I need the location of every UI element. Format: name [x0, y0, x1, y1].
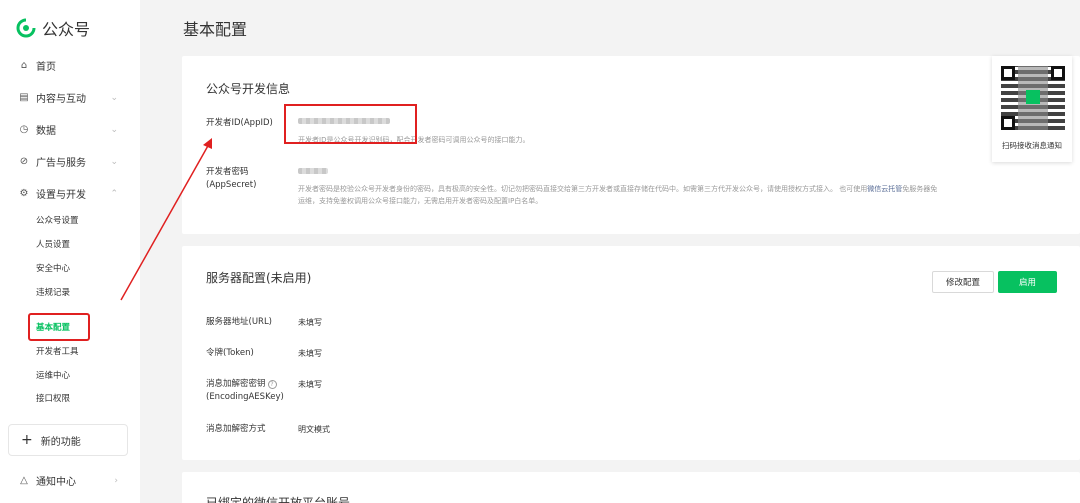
nav-ads-label: 广告与服务 — [36, 158, 86, 169]
compass-icon: ⊘ — [19, 156, 29, 167]
plus-icon: + — [21, 432, 33, 448]
secret-desc: 开发者密码是校验公众号开发者身份的密码，具有极高的安全性。切记勿把密码直接交给第… — [298, 183, 1058, 207]
token-value: 未填写 — [298, 349, 322, 358]
nav-settings-label: 设置与开发 — [36, 190, 86, 201]
sidebar: 公众号 ⌂ 首页 ▤ 内容与互动 ⌄ ◷ 数据 ⌄ ⊘ 广告与服务 ⌄ ⚙ 设置… — [0, 0, 140, 503]
sidebar-item-ops[interactable]: 运维中心 — [36, 369, 70, 381]
chevron-down-icon: ⌄ — [110, 92, 118, 103]
appid-label: 开发者ID(AppID) — [206, 118, 273, 128]
qr-caption: 扫码接收消息通知 — [1002, 141, 1062, 150]
nav-content-label: 内容与互动 — [36, 94, 86, 105]
aes-label-2: (EncodingAESKey) — [206, 392, 284, 402]
logo[interactable]: 公众号 — [16, 16, 90, 40]
secret-label: 开发者密码(AppSecret) — [206, 167, 257, 190]
cloud-hosting-link[interactable]: 微信云托管 — [867, 185, 902, 193]
mode-value: 明文模式 — [298, 425, 330, 434]
sidebar-item-violations[interactable]: 违规记录 — [36, 286, 70, 298]
token-label: 令牌(Token) — [206, 348, 254, 358]
clock-icon: ◷ — [19, 124, 29, 135]
aes-label: 消息加解密密钥? (EncodingAESKey) — [206, 378, 284, 404]
logo-icon — [16, 18, 36, 38]
aes-label-1: 消息加解密密钥 — [206, 379, 266, 389]
chevron-down-icon: ⌄ — [110, 124, 118, 135]
nav-notify[interactable]: △ 通知中心 › — [18, 473, 124, 488]
home-icon: ⌂ — [20, 60, 28, 71]
document-icon: ▤ — [19, 92, 29, 103]
page-title: 基本配置 — [183, 20, 248, 39]
sidebar-item-security[interactable]: 安全中心 — [36, 262, 70, 274]
nav-notify-label: 通知中心 — [36, 477, 76, 488]
enable-button[interactable]: 启用 — [998, 271, 1057, 293]
secret-desc-3: 运维，支持免鉴权调用公众号接口能力，无需启用开发者密码及配置IP白名单。 — [298, 197, 543, 205]
qr-logo — [1026, 90, 1040, 104]
modify-config-button[interactable]: 修改配置 — [932, 271, 994, 293]
server-title: 服务器配置(未启用) — [206, 271, 312, 285]
dev-info-title: 公众号开发信息 — [206, 82, 291, 96]
sidebar-item-account[interactable]: 公众号设置 — [36, 214, 79, 226]
bell-icon: △ — [20, 475, 28, 486]
qr-corner — [1051, 66, 1065, 80]
secret-desc-2: 免服务器免 — [902, 185, 938, 193]
open-platform-title: 已绑定的微信开放平台账号 — [206, 496, 351, 503]
chevron-right-icon: › — [114, 475, 118, 486]
qr-corner — [1001, 116, 1015, 130]
qr-panel: 扫码接收消息通知 — [992, 56, 1072, 162]
new-function-label: 新的功能 — [40, 436, 81, 448]
chevron-up-icon: ⌃ — [110, 188, 118, 199]
sidebar-item-staff[interactable]: 人员设置 — [36, 238, 70, 250]
qr-corner — [1001, 66, 1015, 80]
mode-label: 消息加解密方式 — [206, 424, 266, 434]
dev-info-card: 公众号开发信息 开发者ID(AppID) 开发者ID是公众号开发识别码，配合开发… — [182, 56, 1080, 234]
nav-ads[interactable]: ⊘ 广告与服务 ⌄ — [18, 154, 124, 169]
nav-home-label: 首页 — [36, 62, 56, 73]
chevron-down-icon: ⌄ — [110, 156, 118, 167]
open-platform-card: 已绑定的微信开放平台账号 — [182, 472, 1080, 503]
sidebar-item-devtools[interactable]: 开发者工具 — [36, 345, 79, 357]
nav-data-label: 数据 — [36, 126, 56, 137]
logo-text: 公众号 — [42, 20, 91, 39]
secret-desc-1: 开发者密码是校验公众号开发者身份的密码，具有极高的安全性。切记勿把密码直接交给第… — [298, 185, 868, 193]
nav-settings[interactable]: ⚙ 设置与开发 ⌃ — [18, 186, 124, 201]
gear-icon: ⚙ — [19, 188, 29, 199]
appid-highlight-box — [284, 104, 417, 144]
help-icon[interactable]: ? — [267, 380, 277, 389]
aes-value: 未填写 — [298, 380, 322, 389]
url-label: 服务器地址(URL) — [206, 317, 272, 327]
nav-content[interactable]: ▤ 内容与互动 ⌄ — [18, 90, 124, 105]
sidebar-item-api[interactable]: 接口权限 — [36, 392, 70, 404]
nav-home[interactable]: ⌂ 首页 — [18, 58, 124, 73]
new-function-button[interactable]: + 新的功能 — [8, 424, 128, 456]
nav-data[interactable]: ◷ 数据 ⌄ — [18, 122, 124, 137]
highlight-box — [28, 313, 90, 341]
url-value: 未填写 — [298, 318, 322, 327]
server-config-card: 服务器配置(未启用) 修改配置 启用 服务器地址(URL) 未填写 令牌(Tok… — [182, 246, 1080, 460]
secret-value-redacted — [298, 168, 328, 174]
